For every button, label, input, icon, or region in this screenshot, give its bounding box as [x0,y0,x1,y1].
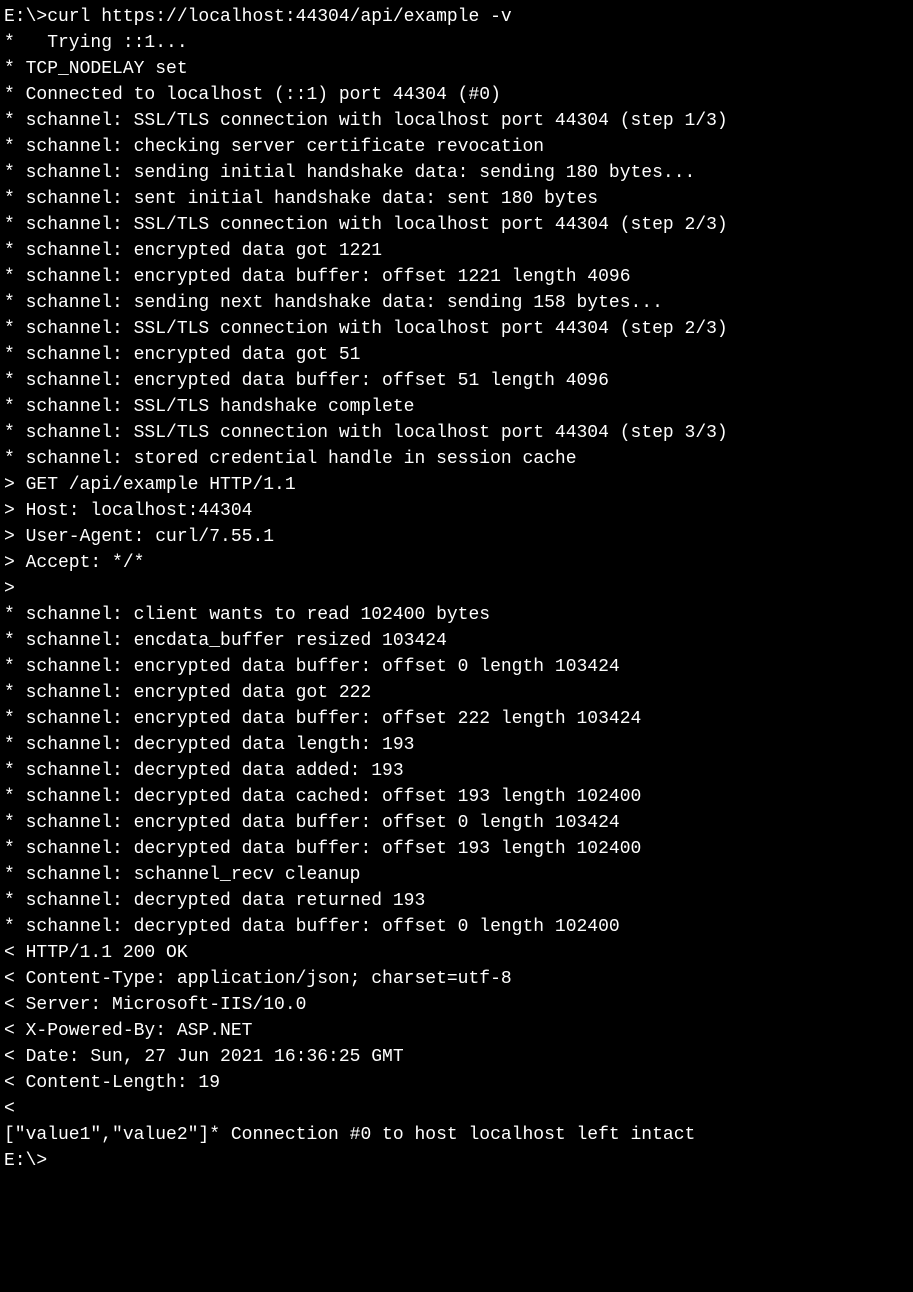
terminal-line: * Connected to localhost (::1) port 4430… [4,82,913,108]
terminal-line: < HTTP/1.1 200 OK [4,940,913,966]
terminal-line: * schannel: decrypted data returned 193 [4,888,913,914]
terminal-line: * schannel: stored credential handle in … [4,446,913,472]
terminal-line: * schannel: encrypted data buffer: offse… [4,654,913,680]
terminal-line: * schannel: sending initial handshake da… [4,160,913,186]
terminal-line: * schannel: decrypted data length: 193 [4,732,913,758]
terminal-line: * schannel: encrypted data buffer: offse… [4,810,913,836]
terminal-line: > [4,576,913,602]
terminal-line: * TCP_NODELAY set [4,56,913,82]
terminal-output[interactable]: E:\>curl https://localhost:44304/api/exa… [0,0,913,1174]
terminal-line: * Trying ::1... [4,30,913,56]
terminal-line: * schannel: client wants to read 102400 … [4,602,913,628]
terminal-line: * schannel: schannel_recv cleanup [4,862,913,888]
terminal-line: * schannel: SSL/TLS handshake complete [4,394,913,420]
terminal-line: * schannel: sending next handshake data:… [4,290,913,316]
terminal-line: < X-Powered-By: ASP.NET [4,1018,913,1044]
terminal-line: * schannel: encrypted data got 1221 [4,238,913,264]
terminal-line: * schannel: checking server certificate … [4,134,913,160]
terminal-line: < Content-Type: application/json; charse… [4,966,913,992]
terminal-line: * schannel: encrypted data buffer: offse… [4,368,913,394]
terminal-line: * schannel: decrypted data cached: offse… [4,784,913,810]
terminal-line: < Content-Length: 19 [4,1070,913,1096]
terminal-line: > User-Agent: curl/7.55.1 [4,524,913,550]
terminal-line: E:\>curl https://localhost:44304/api/exa… [4,4,913,30]
terminal-line: * schannel: decrypted data added: 193 [4,758,913,784]
terminal-line: * schannel: encrypted data buffer: offse… [4,706,913,732]
terminal-line: < Server: Microsoft-IIS/10.0 [4,992,913,1018]
terminal-line: * schannel: sent initial handshake data:… [4,186,913,212]
terminal-line: E:\> [4,1148,913,1174]
terminal-line: * schannel: SSL/TLS connection with loca… [4,108,913,134]
terminal-line: * schannel: encrypted data buffer: offse… [4,264,913,290]
terminal-line: * schannel: encdata_buffer resized 10342… [4,628,913,654]
terminal-line: > GET /api/example HTTP/1.1 [4,472,913,498]
terminal-line: > Host: localhost:44304 [4,498,913,524]
terminal-line: * schannel: SSL/TLS connection with loca… [4,316,913,342]
terminal-line: > Accept: */* [4,550,913,576]
terminal-line: * schannel: SSL/TLS connection with loca… [4,420,913,446]
terminal-line: < Date: Sun, 27 Jun 2021 16:36:25 GMT [4,1044,913,1070]
terminal-line: * schannel: decrypted data buffer: offse… [4,914,913,940]
terminal-line: < [4,1096,913,1122]
terminal-line: * schannel: encrypted data got 222 [4,680,913,706]
terminal-line: * schannel: encrypted data got 51 [4,342,913,368]
terminal-line: * schannel: SSL/TLS connection with loca… [4,212,913,238]
terminal-line: * schannel: decrypted data buffer: offse… [4,836,913,862]
terminal-line: ["value1","value2"]* Connection #0 to ho… [4,1122,913,1148]
